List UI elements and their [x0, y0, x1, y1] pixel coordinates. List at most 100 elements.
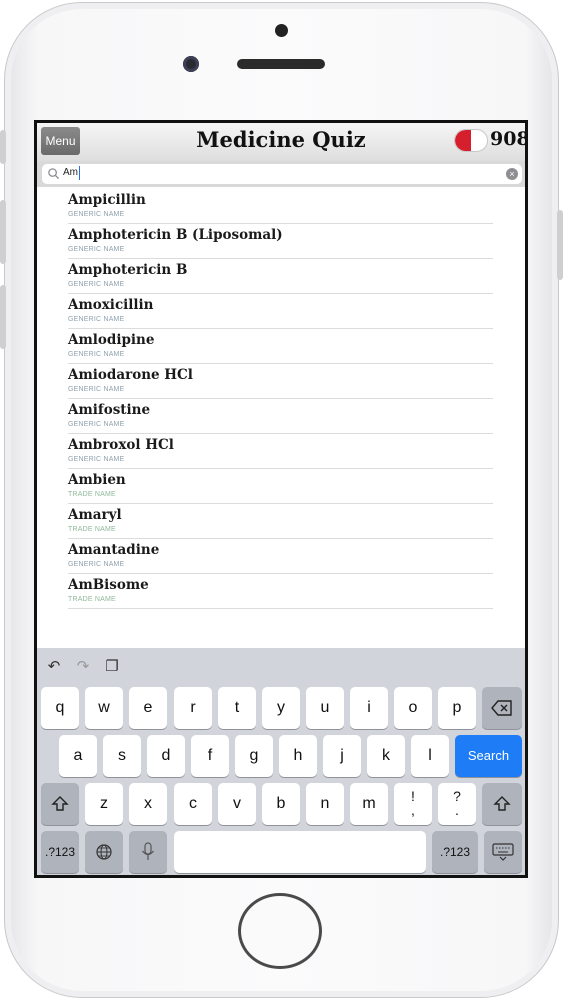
key-u[interactable]: u — [306, 687, 344, 729]
item-type: TRADE NAME — [68, 596, 116, 603]
list-item[interactable]: Amantadine GENERIC NAME — [68, 539, 493, 574]
search-icon — [48, 168, 60, 180]
item-type: GENERIC NAME — [68, 421, 125, 428]
text-caret — [79, 166, 80, 180]
hide-keyboard-key[interactable] — [484, 831, 522, 873]
results-list: Ampicillin GENERIC NAME Amphotericin B (… — [37, 189, 525, 647]
list-item[interactable]: Amlodipine GENERIC NAME — [68, 329, 493, 364]
dictation-key[interactable] — [129, 831, 167, 873]
key-s[interactable]: s — [103, 735, 141, 777]
key-q[interactable]: q — [41, 687, 79, 729]
key-question-period[interactable]: ? . — [438, 783, 476, 825]
item-name: Amiodarone HCl — [68, 367, 193, 383]
item-name: Ambien — [68, 472, 126, 488]
page-title: Medicine Quiz — [196, 127, 366, 152]
key-t[interactable]: t — [218, 687, 256, 729]
key-top-char: ! — [411, 788, 415, 804]
key-o[interactable]: o — [394, 687, 432, 729]
key-n[interactable]: n — [306, 783, 344, 825]
keyboard-shortcuts-bar: ↶ ↷ ❐ — [37, 648, 525, 688]
shift-key-right[interactable] — [482, 783, 522, 825]
key-y[interactable]: y — [262, 687, 300, 729]
item-name: Amoxicillin — [68, 297, 154, 313]
hide-keyboard-icon — [492, 843, 514, 861]
list-item[interactable]: Amoxicillin GENERIC NAME — [68, 294, 493, 329]
shift-icon — [493, 795, 511, 811]
search-input[interactable]: Am × — [42, 164, 522, 184]
clear-icon[interactable]: × — [506, 168, 518, 180]
item-name: Ambroxol HCl — [68, 437, 174, 453]
earpiece-speaker — [237, 59, 325, 69]
key-f[interactable]: f — [191, 735, 229, 777]
key-r[interactable]: r — [174, 687, 212, 729]
key-top-char: ? — [453, 788, 461, 804]
key-h[interactable]: h — [279, 735, 317, 777]
item-type: GENERIC NAME — [68, 281, 125, 288]
item-type: TRADE NAME — [68, 526, 116, 533]
list-item[interactable]: Amiodarone HCl GENERIC NAME — [68, 364, 493, 399]
key-c[interactable]: c — [174, 783, 212, 825]
volume-down-button — [0, 285, 6, 349]
paste-icon[interactable]: ❐ — [103, 658, 121, 676]
home-button[interactable] — [238, 893, 322, 969]
key-m[interactable]: m — [350, 783, 388, 825]
backspace-key[interactable] — [482, 687, 522, 729]
score-counter: 908 — [490, 128, 528, 150]
item-name: AmBisome — [68, 577, 149, 593]
globe-icon — [96, 844, 112, 860]
key-exclamation-comma[interactable]: ! , — [394, 783, 432, 825]
key-b[interactable]: b — [262, 783, 300, 825]
key-z[interactable]: z — [85, 783, 123, 825]
list-item[interactable]: Ambien TRADE NAME — [68, 469, 493, 504]
list-item[interactable]: Ambroxol HCl GENERIC NAME — [68, 434, 493, 469]
redo-icon[interactable]: ↷ — [74, 658, 92, 676]
list-item[interactable]: Amifostine GENERIC NAME — [68, 399, 493, 434]
key-j[interactable]: j — [323, 735, 361, 777]
list-item[interactable]: Ampicillin GENERIC NAME — [68, 189, 493, 224]
globe-key[interactable] — [85, 831, 123, 873]
key-k[interactable]: k — [367, 735, 405, 777]
numbers-key-right[interactable]: .?123 — [432, 831, 478, 873]
on-screen-keyboard: ↶ ↷ ❐ q w e r t y u i o p a s d f g h j … — [37, 648, 525, 875]
key-bottom-char: , — [411, 802, 415, 818]
app-header: Menu Medicine Quiz 908 — [37, 123, 525, 162]
list-item[interactable]: Amaryl TRADE NAME — [68, 504, 493, 539]
key-a[interactable]: a — [59, 735, 97, 777]
power-button — [557, 210, 563, 280]
key-bottom-char: . — [455, 802, 459, 818]
key-e[interactable]: e — [129, 687, 167, 729]
key-p[interactable]: p — [438, 687, 476, 729]
mute-switch — [0, 130, 6, 164]
search-bar: Am × — [37, 161, 525, 187]
app-screen: Menu Medicine Quiz 908 Am × Ampicillin G… — [34, 120, 528, 878]
item-name: Amphotericin B (Liposomal) — [68, 227, 283, 243]
proximity-sensor — [275, 24, 288, 37]
key-l[interactable]: l — [411, 735, 449, 777]
item-type: GENERIC NAME — [68, 316, 125, 323]
space-key[interactable] — [174, 831, 426, 873]
item-name: Amphotericin B — [68, 262, 188, 278]
key-w[interactable]: w — [85, 687, 123, 729]
list-item[interactable]: AmBisome TRADE NAME — [68, 574, 493, 609]
volume-up-button — [0, 200, 6, 264]
item-name: Amantadine — [68, 542, 160, 558]
key-d[interactable]: d — [147, 735, 185, 777]
undo-icon[interactable]: ↶ — [45, 658, 63, 676]
key-g[interactable]: g — [235, 735, 273, 777]
item-type: GENERIC NAME — [68, 386, 125, 393]
item-type: TRADE NAME — [68, 491, 116, 498]
shift-icon — [51, 795, 69, 811]
numbers-key-left[interactable]: .?123 — [41, 831, 79, 873]
key-x[interactable]: x — [129, 783, 167, 825]
item-type: GENERIC NAME — [68, 561, 125, 568]
search-key[interactable]: Search — [455, 735, 522, 777]
list-item[interactable]: Amphotericin B GENERIC NAME — [68, 259, 493, 294]
item-name: Amaryl — [68, 507, 122, 523]
shift-key-left[interactable] — [41, 783, 79, 825]
key-v[interactable]: v — [218, 783, 256, 825]
search-value: Am — [63, 167, 78, 178]
item-type: GENERIC NAME — [68, 211, 125, 218]
list-item[interactable]: Amphotericin B (Liposomal) GENERIC NAME — [68, 224, 493, 259]
item-name: Amifostine — [68, 402, 151, 418]
key-i[interactable]: i — [350, 687, 388, 729]
